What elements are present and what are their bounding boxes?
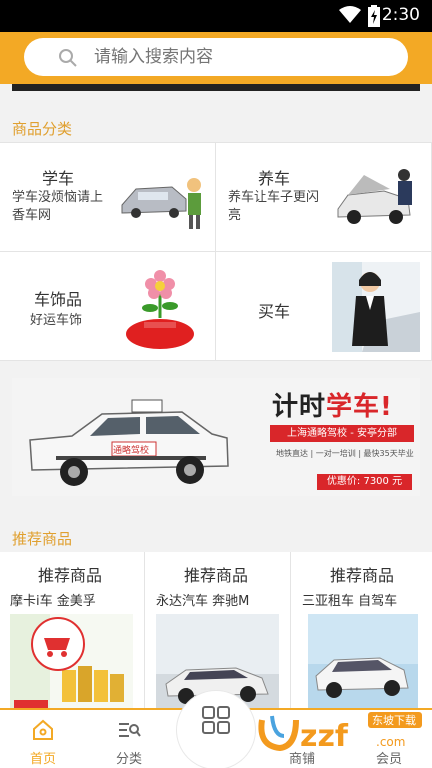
recommended-item[interactable]: 推荐商品 永达汽车 奔驰M — [146, 552, 291, 712]
category-desc: 养车让车子更闪亮 — [228, 190, 320, 223]
recommended-section-title: 推荐商品 — [12, 530, 73, 548]
promo-title-part1: 计时 — [272, 392, 327, 422]
category-desc: 学车没烦恼请上香车网 — [12, 190, 104, 223]
category-desc: 好运车饰 — [30, 313, 83, 328]
car-repair-image — [334, 161, 426, 235]
categories-section-title: 商品分类 — [12, 120, 73, 138]
nav-home[interactable]: 首页 — [0, 710, 86, 768]
flower-pot-image — [116, 264, 204, 350]
status-bar: 2:30 — [0, 0, 432, 32]
nav-label: 分类 — [115, 752, 142, 767]
category-name: 养车 — [258, 169, 291, 188]
category-name: 买车 — [258, 302, 291, 321]
search-input[interactable] — [94, 38, 394, 76]
nav-category[interactable]: 分类 — [86, 710, 172, 768]
top-banner-strip[interactable] — [12, 84, 420, 91]
category-icon — [119, 723, 141, 737]
promo-title: 计时学车! — [272, 386, 393, 423]
promo-school-name: 上海通略驾校 - 安亭分部 — [270, 425, 414, 442]
car-sign-text: 通略驾校 — [113, 444, 149, 456]
discover-button[interactable] — [176, 690, 256, 768]
recommended-item-name: 推荐商品 — [37, 566, 102, 585]
uzzf-watermark-logo: zzf 东坡下载 .com — [258, 712, 422, 754]
category-name: 学车 — [42, 169, 75, 188]
watermark-com: .com — [376, 735, 405, 749]
wifi-icon — [339, 6, 361, 23]
search-box[interactable] — [24, 38, 408, 76]
driving-school-car-image: 通略驾校 — [12, 378, 257, 496]
watermark-text: zzf — [300, 719, 349, 754]
home-icon — [33, 719, 53, 740]
category-buy-car[interactable]: 买车 — [216, 252, 432, 361]
promo-title-part2: 学车! — [326, 392, 393, 422]
watermark-badge: 东坡下载 — [372, 714, 416, 727]
battery-charging-icon — [368, 5, 380, 27]
nav-label: 首页 — [29, 752, 56, 767]
recommended-item[interactable]: 推荐商品 摩卡i车 金美孚 — [0, 552, 145, 712]
recommended-item[interactable]: 推荐商品 三亚租车 自驾车 — [292, 552, 432, 712]
promo-features: 地铁直达 | 一对一培训 | 最快35天毕业 — [276, 449, 414, 458]
category-car-care[interactable]: 养车 养车让车子更闪亮 — [216, 143, 432, 252]
status-time: 2:30 — [381, 5, 420, 25]
car-saleswoman-image — [332, 262, 420, 352]
recommended-item-name: 推荐商品 — [329, 566, 394, 585]
recommended-item-name: 推荐商品 — [183, 566, 248, 585]
recommended-row: 推荐商品 摩卡i车 金美孚 推荐商品 永达汽车 奔驰M 推荐商品 三亚租车 自驾… — [0, 552, 432, 712]
header — [0, 32, 432, 84]
discover-icon — [202, 706, 230, 734]
promo-price: 优惠价: 7300 元 — [317, 474, 412, 490]
recommended-item-desc: 三亚租车 自驾车 — [302, 594, 398, 609]
category-learn-driving[interactable]: 学车 学车没烦恼请上香车网 — [0, 143, 216, 252]
rental-car-image — [308, 614, 418, 712]
driving-instructor-image — [116, 161, 208, 235]
recommended-item-desc: 摩卡i车 金美孚 — [10, 594, 96, 609]
recommended-item-desc: 永达汽车 奔驰M — [156, 594, 250, 609]
category-grid: 学车 学车没烦恼请上香车网 养车 养车让车子更闪亮 车饰品 好运车饰 买车 — [0, 142, 432, 361]
search-icon — [59, 49, 77, 67]
category-car-accessories[interactable]: 车饰品 好运车饰 — [0, 252, 216, 361]
category-name: 车饰品 — [34, 290, 83, 309]
oil-package-image — [10, 614, 133, 712]
promo-banner[interactable]: 通略驾校 计时学车! 上海通略驾校 - 安亭分部 地铁直达 | 一对一培训 | … — [12, 378, 420, 496]
